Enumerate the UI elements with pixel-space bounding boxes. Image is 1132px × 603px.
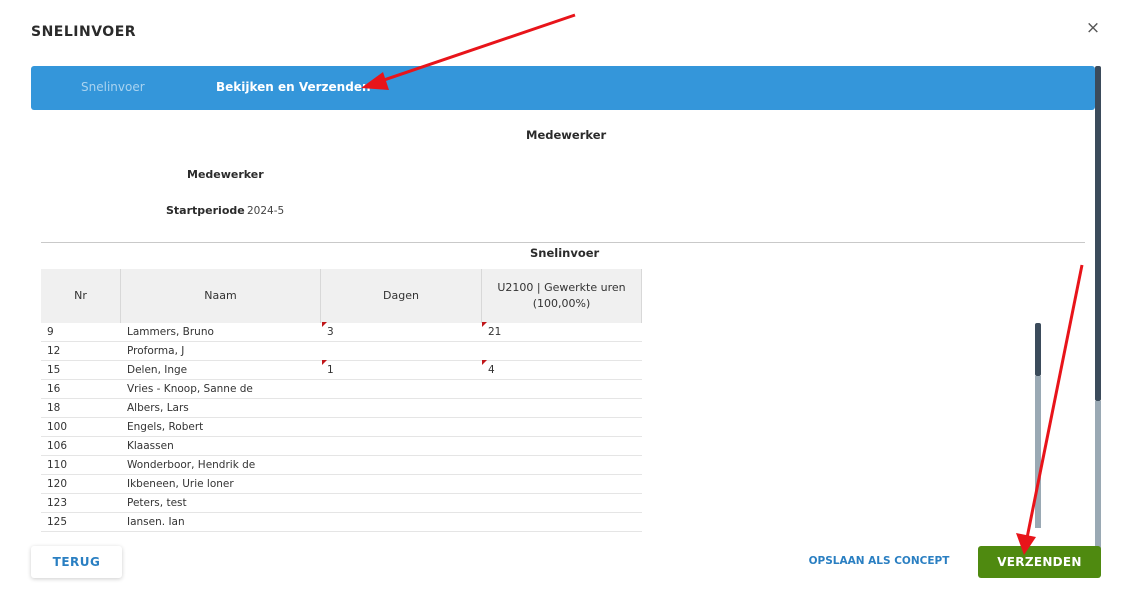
medewerker-label: Medewerker <box>187 168 264 181</box>
section-divider <box>41 242 1085 243</box>
column-header-nr[interactable]: Nr <box>41 269 121 323</box>
row-nr: 123 <box>47 497 68 509</box>
changed-cell-flag-icon <box>482 360 487 365</box>
startperiode-label: Startperiode <box>166 204 245 217</box>
table-scrollbar-thumb[interactable] <box>1035 323 1041 376</box>
row-nr: 120 <box>47 478 68 490</box>
row-nr: 15 <box>47 364 61 376</box>
tab-bar: Snelinvoer Bekijken en Verzenden <box>31 66 1095 110</box>
column-header-dagen[interactable]: Dagen <box>321 269 482 323</box>
table-row[interactable]: 110 Wonderboor, Hendrik de <box>41 456 642 475</box>
changed-cell-flag-icon <box>482 322 487 327</box>
startperiode-value: 2024-5 <box>247 205 285 217</box>
row-nr: 18 <box>47 402 61 414</box>
medewerker-section-heading: Medewerker <box>526 128 607 142</box>
table-row[interactable]: 16 Vries - Knoop, Sanne de <box>41 380 642 399</box>
table-row[interactable]: 9 Lammers, Bruno 3 21 <box>41 322 642 342</box>
row-naam: Lammers, Bruno <box>127 326 214 338</box>
tab-snelinvoer[interactable]: Snelinvoer <box>81 80 145 94</box>
table-row[interactable]: 100 Engels, Robert <box>41 418 642 437</box>
row-naam: Engels, Robert <box>127 421 204 433</box>
row-nr: 16 <box>47 383 61 395</box>
row-nr: 100 <box>47 421 68 433</box>
row-nr: 12 <box>47 345 61 357</box>
row-nr: 110 <box>47 459 68 471</box>
changed-cell-flag-icon <box>322 360 327 365</box>
column-header-gewerkte-uren[interactable]: U2100 | Gewerkte uren (100,00%) <box>482 269 642 323</box>
changed-cell-flag-icon <box>322 322 327 327</box>
row-nr: 125 <box>47 516 68 528</box>
main-scrollbar-lower[interactable] <box>1095 401 1101 549</box>
row-naam: Vries - Knoop, Sanne de <box>127 383 253 395</box>
row-naam: Peters, test <box>127 497 187 509</box>
row-naam: Proforma, J <box>127 345 185 357</box>
row-uren[interactable]: 21 <box>488 326 501 338</box>
back-button[interactable]: TERUG <box>31 546 122 578</box>
table-row[interactable]: 125 Iansen. Ian <box>41 513 642 532</box>
row-dagen[interactable]: 3 <box>327 326 334 338</box>
send-button[interactable]: VERZENDEN <box>978 546 1101 578</box>
table-scrollbar-lower[interactable] <box>1035 376 1041 528</box>
snelinvoer-section-heading: Snelinvoer <box>530 246 600 260</box>
row-naam: Albers, Lars <box>127 402 189 414</box>
row-naam: Ikbeneen, Urie loner <box>127 478 234 490</box>
table-row[interactable]: 120 Ikbeneen, Urie loner <box>41 475 642 494</box>
main-scrollbar-thumb[interactable] <box>1095 66 1101 401</box>
row-dagen[interactable]: 1 <box>327 364 334 376</box>
row-naam: Delen, Inge <box>127 364 188 376</box>
row-uren[interactable]: 4 <box>488 364 495 376</box>
table-row[interactable]: 12 Proforma, J <box>41 342 642 361</box>
table-row[interactable]: 18 Albers, Lars <box>41 399 642 418</box>
row-nr: 106 <box>47 440 68 452</box>
tab-bekijken-en-verzenden[interactable]: Bekijken en Verzenden <box>216 80 371 94</box>
row-naam: Iansen. Ian <box>127 516 185 528</box>
row-naam: Klaassen <box>127 440 174 452</box>
table-row[interactable]: 106 Klaassen <box>41 437 642 456</box>
table-body: 9 Lammers, Bruno 3 21 12 Proforma, J 15 Delen, … <box>41 322 642 532</box>
table-row[interactable]: 15 Delen, Inge 1 4 <box>41 360 642 380</box>
row-nr: 9 <box>47 326 54 338</box>
table-row[interactable]: 123 Peters, test <box>41 494 642 513</box>
save-draft-button[interactable]: OPSLAAN ALS CONCEPT <box>808 555 950 571</box>
column-header-naam[interactable]: Naam <box>121 269 321 323</box>
close-icon[interactable]: × <box>1084 19 1102 37</box>
snelinvoer-table: Nr Naam Dagen U2100 | Gewerkte uren (100… <box>41 269 642 532</box>
dialog-title: SNELINVOER <box>31 24 137 40</box>
annotation-arrow-send <box>1016 264 1084 555</box>
snelinvoer-dialog: SNELINVOER × Snelinvoer Bekijken en Verz… <box>0 0 1132 603</box>
row-naam: Wonderboor, Hendrik de <box>127 459 256 471</box>
table-header: Nr Naam Dagen U2100 | Gewerkte uren (100… <box>41 269 642 323</box>
